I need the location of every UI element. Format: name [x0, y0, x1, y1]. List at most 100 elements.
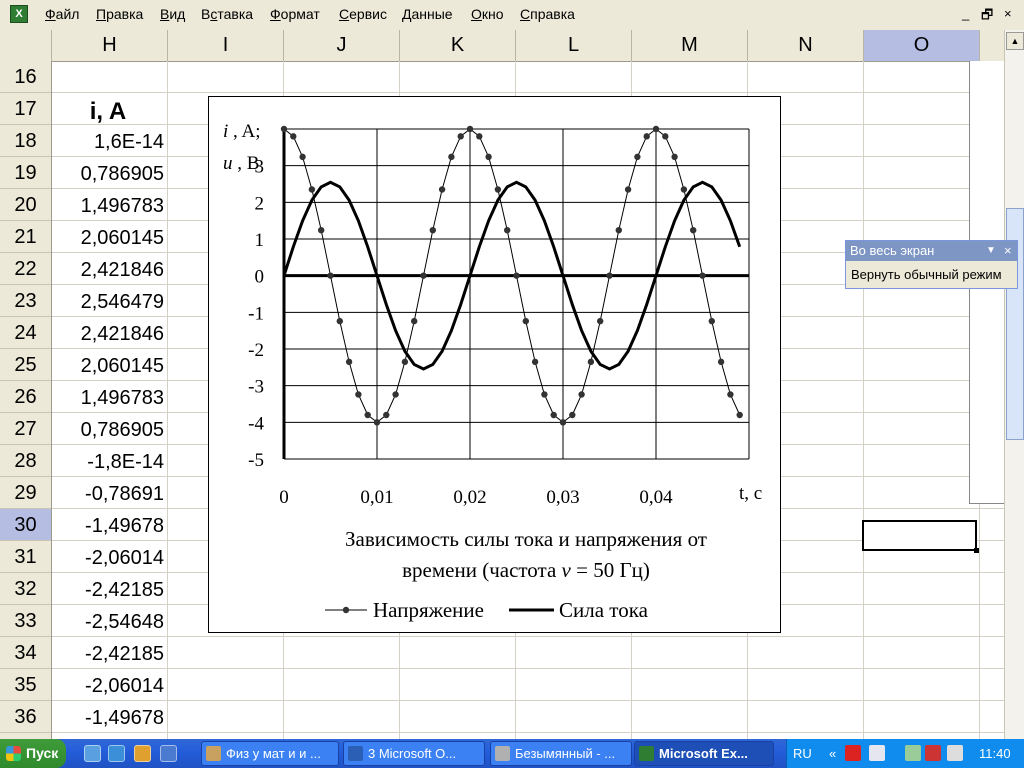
- series-voltage-point: [717, 358, 725, 366]
- series-voltage-point: [606, 272, 613, 279]
- cell-h24[interactable]: 2,421846: [52, 318, 164, 350]
- series-voltage-point: [504, 227, 511, 234]
- y-tick-label: -2: [248, 340, 264, 361]
- cell-h29[interactable]: -0,78691: [52, 478, 164, 510]
- taskbar-task-word-doc[interactable]: Физ у мат и и ...: [201, 741, 339, 766]
- series-voltage-point: [420, 272, 427, 279]
- row-header-31[interactable]: 31: [0, 541, 51, 573]
- excel-doc-icon[interactable]: X: [10, 5, 28, 23]
- column-header-i[interactable]: I: [168, 30, 284, 61]
- cell-h32[interactable]: -2,42185: [52, 574, 164, 606]
- menu-item-7[interactable]: Окно: [471, 6, 504, 22]
- cell-h17-header[interactable]: i, A: [52, 96, 164, 128]
- cell-h19[interactable]: 0,786905: [52, 158, 164, 190]
- vertical-scrollbar[interactable]: ▲: [1004, 30, 1024, 739]
- cell-h25[interactable]: 2,060145: [52, 350, 164, 382]
- menu-item-0[interactable]: Файл: [45, 6, 79, 22]
- row-header-27[interactable]: 27: [0, 413, 51, 445]
- toolbar-close-icon[interactable]: ×: [1004, 241, 1012, 261]
- row-header-25[interactable]: 25: [0, 349, 51, 381]
- network-settings-icon[interactable]: [869, 745, 885, 761]
- cell-h36[interactable]: -1,49678: [52, 702, 164, 734]
- menu-item-1[interactable]: Правка: [96, 6, 143, 22]
- row-header-30[interactable]: 30: [0, 509, 51, 541]
- row-header-26[interactable]: 26: [0, 381, 51, 413]
- antivirus-icon[interactable]: [845, 745, 861, 761]
- series-voltage-point: [690, 227, 697, 234]
- start-button[interactable]: Пуск: [0, 739, 66, 768]
- series-voltage-point: [345, 358, 353, 366]
- search-icon[interactable]: [84, 745, 101, 762]
- show-hidden-icons-arrow[interactable]: «: [829, 739, 836, 768]
- scroll-up-arrow-icon[interactable]: ▲: [1006, 32, 1024, 50]
- row-header-23[interactable]: 23: [0, 285, 51, 317]
- cell-h35[interactable]: -2,06014: [52, 670, 164, 702]
- cell-h33[interactable]: -2,54648: [52, 606, 164, 638]
- column-header-o[interactable]: O: [864, 30, 980, 61]
- language-indicator[interactable]: RU: [793, 739, 812, 768]
- cell-h26[interactable]: 1,496783: [52, 382, 164, 414]
- row-header-21[interactable]: 21: [0, 221, 51, 253]
- column-header-m[interactable]: M: [632, 30, 748, 61]
- cell-h31[interactable]: -2,06014: [52, 542, 164, 574]
- series-voltage-point: [652, 125, 660, 133]
- toolbar-options-dropdown-icon[interactable]: ▼: [986, 241, 996, 261]
- cell-h21[interactable]: 2,060145: [52, 222, 164, 254]
- chart[interactable]: 3 2 1 0 -1 -2 -3 -4 -5 0 0,01 0,02 0,03 0,04 t, ci , A…: [208, 96, 781, 633]
- cell-h30[interactable]: -1,49678: [52, 510, 164, 542]
- series-voltage-point: [438, 186, 446, 193]
- menu-item-5[interactable]: Сервис: [339, 6, 387, 22]
- row-header-18[interactable]: 18: [0, 125, 51, 157]
- column-header-j[interactable]: J: [284, 30, 400, 61]
- menu-item-8[interactable]: Справка: [520, 6, 575, 22]
- minimize-button[interactable]: _: [962, 6, 969, 21]
- series-voltage-point: [727, 391, 734, 398]
- column-header-k[interactable]: K: [400, 30, 516, 61]
- menu-item-6[interactable]: Данные: [402, 6, 453, 22]
- cell-h20[interactable]: 1,496783: [52, 190, 164, 222]
- row-header-32[interactable]: 32: [0, 573, 51, 605]
- row-header-35[interactable]: 35: [0, 669, 51, 701]
- active-cell[interactable]: [862, 520, 977, 551]
- menu-item-3[interactable]: Вставка: [201, 6, 253, 22]
- volume-icon[interactable]: [947, 745, 963, 761]
- select-all-corner[interactable]: [0, 30, 52, 61]
- battery-icon[interactable]: [905, 745, 921, 761]
- series-voltage-point: [355, 391, 362, 398]
- cell-h34[interactable]: -2,42185: [52, 638, 164, 670]
- row-header-16[interactable]: 16: [0, 61, 51, 93]
- taskbar-task-paint[interactable]: Безымянный - ...: [490, 741, 632, 766]
- menu-item-2[interactable]: Вид: [160, 6, 185, 22]
- row-header-17[interactable]: 17: [0, 93, 51, 125]
- show-desktop-icon[interactable]: [160, 745, 177, 762]
- restore-button[interactable]: 🗗: [981, 6, 993, 28]
- row-header-20[interactable]: 20: [0, 189, 51, 221]
- taskbar-task-word-group[interactable]: 3 Microsoft O...: [343, 741, 485, 766]
- row-header-19[interactable]: 19: [0, 157, 51, 189]
- menu-item-4[interactable]: Формат: [270, 6, 320, 22]
- column-header-h[interactable]: H: [52, 30, 168, 61]
- close-fullscreen-button[interactable]: Вернуть обычный режим: [848, 264, 1014, 286]
- cell-h23[interactable]: 2,546479: [52, 286, 164, 318]
- cell-h28[interactable]: -1,8E-14: [52, 446, 164, 478]
- row-header-34[interactable]: 34: [0, 637, 51, 669]
- column-header-n[interactable]: N: [748, 30, 864, 61]
- series-voltage-point: [364, 411, 371, 419]
- network-disconnected-icon[interactable]: [925, 745, 941, 761]
- row-header-36[interactable]: 36: [0, 701, 51, 733]
- cell-h27[interactable]: 0,786905: [52, 414, 164, 446]
- row-header-33[interactable]: 33: [0, 605, 51, 637]
- column-header-l[interactable]: L: [516, 30, 632, 61]
- taskbar-task-excel-label: Microsoft Ex...: [659, 746, 748, 761]
- cell-h22[interactable]: 2,421846: [52, 254, 164, 286]
- cell-h18[interactable]: 1,6E-14: [52, 126, 164, 158]
- row-header-22[interactable]: 22: [0, 253, 51, 285]
- row-header-28[interactable]: 28: [0, 445, 51, 477]
- fill-handle[interactable]: [974, 548, 979, 553]
- internet-explorer-icon[interactable]: [108, 745, 125, 762]
- taskbar-task-excel[interactable]: Microsoft Ex...: [634, 741, 774, 766]
- media-player-icon[interactable]: [134, 745, 151, 762]
- row-header-29[interactable]: 29: [0, 477, 51, 509]
- close-workbook-button[interactable]: ×: [1004, 6, 1012, 21]
- row-header-24[interactable]: 24: [0, 317, 51, 349]
